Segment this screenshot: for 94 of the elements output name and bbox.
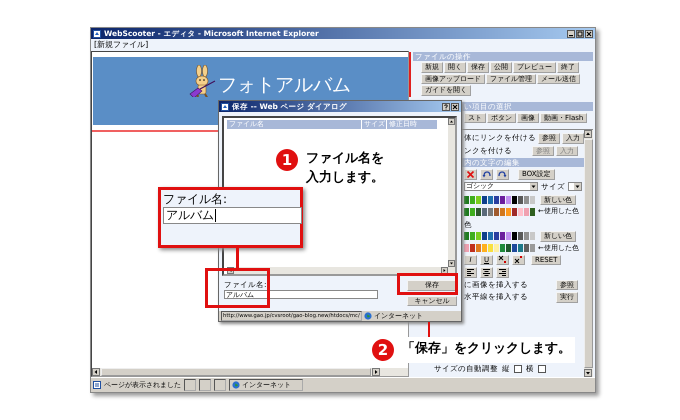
color-swatch[interactable] xyxy=(506,196,511,204)
color-swatch[interactable] xyxy=(506,232,511,240)
color-swatch[interactable] xyxy=(464,196,469,204)
superscript-icon[interactable] xyxy=(512,254,525,265)
color-swatch[interactable] xyxy=(506,208,511,216)
color-swatch[interactable] xyxy=(494,196,499,204)
color-swatch[interactable] xyxy=(488,208,493,216)
color-swatch[interactable] xyxy=(494,244,499,252)
color-swatch[interactable] xyxy=(476,232,481,240)
color-swatch[interactable] xyxy=(506,244,511,252)
color-swatch[interactable] xyxy=(518,244,523,252)
color-swatch[interactable] xyxy=(488,232,493,240)
status-pane xyxy=(214,379,226,391)
scroll-down-icon[interactable] xyxy=(448,260,455,267)
color-swatch[interactable] xyxy=(470,232,475,240)
color-swatch[interactable] xyxy=(470,208,475,216)
checkbox[interactable] xyxy=(514,365,522,373)
color-swatch[interactable] xyxy=(494,232,499,240)
color-swatch[interactable] xyxy=(470,244,475,252)
color-swatch[interactable] xyxy=(518,208,523,216)
page-icon xyxy=(93,30,101,38)
color-swatch[interactable] xyxy=(464,244,469,252)
instruction-text: ファイル名を 入力します。 xyxy=(306,150,384,187)
status-pane xyxy=(184,379,196,391)
color-swatch[interactable] xyxy=(530,208,535,216)
highlight-frame xyxy=(397,273,458,295)
color-swatch[interactable] xyxy=(518,196,523,204)
dropdown-icon[interactable] xyxy=(530,182,537,190)
color-swatch[interactable] xyxy=(464,232,469,240)
color-swatch[interactable] xyxy=(482,232,487,240)
color-swatch[interactable] xyxy=(530,244,535,252)
color-swatch[interactable] xyxy=(476,208,481,216)
redo-icon[interactable] xyxy=(496,169,509,180)
color-swatch[interactable] xyxy=(530,196,535,204)
field-label: ファイル名: xyxy=(163,192,228,207)
rabbit-guitar-drawing xyxy=(188,65,218,97)
scroll-right-icon[interactable] xyxy=(441,267,448,274)
color-swatch[interactable] xyxy=(470,196,475,204)
color-swatch[interactable] xyxy=(524,232,529,240)
align-left-icon[interactable] xyxy=(464,267,477,278)
size-select[interactable] xyxy=(568,182,582,190)
color-swatch[interactable] xyxy=(500,208,505,216)
globe-icon xyxy=(364,312,372,320)
page-icon xyxy=(221,102,229,110)
text-cursor xyxy=(215,209,216,222)
scroll-up-icon[interactable] xyxy=(584,130,592,138)
color-swatch[interactable] xyxy=(488,196,493,204)
scroll-left-icon[interactable] xyxy=(92,368,100,376)
globe-icon xyxy=(232,381,240,389)
color-swatch[interactable] xyxy=(500,244,505,252)
filename-field[interactable]: アルバム xyxy=(163,207,302,224)
undo-icon[interactable] xyxy=(480,169,493,180)
color-swatch[interactable] xyxy=(482,196,487,204)
dropdown-icon[interactable] xyxy=(574,182,581,190)
color-swatch[interactable] xyxy=(482,208,487,216)
color-swatch[interactable] xyxy=(518,232,523,240)
color-swatch[interactable] xyxy=(482,244,487,252)
highlight-frame xyxy=(205,268,270,308)
vertical-scrollbar[interactable] xyxy=(448,118,455,274)
color-swatch[interactable] xyxy=(524,208,529,216)
scroll-right-icon[interactable] xyxy=(372,368,380,376)
scroll-down-icon[interactable] xyxy=(584,369,592,377)
step-number-badge: 2 xyxy=(372,339,394,361)
delete-icon[interactable] xyxy=(464,169,477,180)
instruction-text: 「保存」をクリックします。 xyxy=(402,340,571,358)
color-swatch[interactable] xyxy=(530,232,535,240)
color-swatch[interactable] xyxy=(524,244,529,252)
leader-line xyxy=(428,322,430,337)
help-icon[interactable] xyxy=(442,102,450,110)
checkbox[interactable] xyxy=(538,365,546,373)
status-pane xyxy=(199,379,211,391)
align-center-icon[interactable] xyxy=(480,267,493,278)
close-icon[interactable] xyxy=(585,30,593,38)
maximize-icon[interactable] xyxy=(576,30,584,38)
color-swatch[interactable] xyxy=(476,244,481,252)
color-swatch[interactable] xyxy=(476,196,481,204)
color-swatch[interactable] xyxy=(488,244,493,252)
minimize-icon[interactable] xyxy=(567,30,575,38)
color-swatch[interactable] xyxy=(464,208,469,216)
color-swatch[interactable] xyxy=(500,232,505,240)
color-swatch[interactable] xyxy=(512,244,517,252)
color-swatch[interactable] xyxy=(512,232,517,240)
close-icon[interactable] xyxy=(451,102,459,110)
color-swatch[interactable] xyxy=(494,208,499,216)
color-swatch[interactable] xyxy=(512,208,517,216)
color-swatch[interactable] xyxy=(500,196,505,204)
align-right-icon[interactable] xyxy=(496,267,509,278)
banner-title: フォトアルバム xyxy=(218,74,351,96)
color-swatch[interactable] xyxy=(512,196,517,204)
page-icon xyxy=(93,381,101,389)
subscript-icon[interactable] xyxy=(496,254,509,265)
file-name-label: [新規ファイル] xyxy=(94,40,148,50)
scroll-up-icon[interactable] xyxy=(448,118,455,125)
color-swatch[interactable] xyxy=(524,196,529,204)
